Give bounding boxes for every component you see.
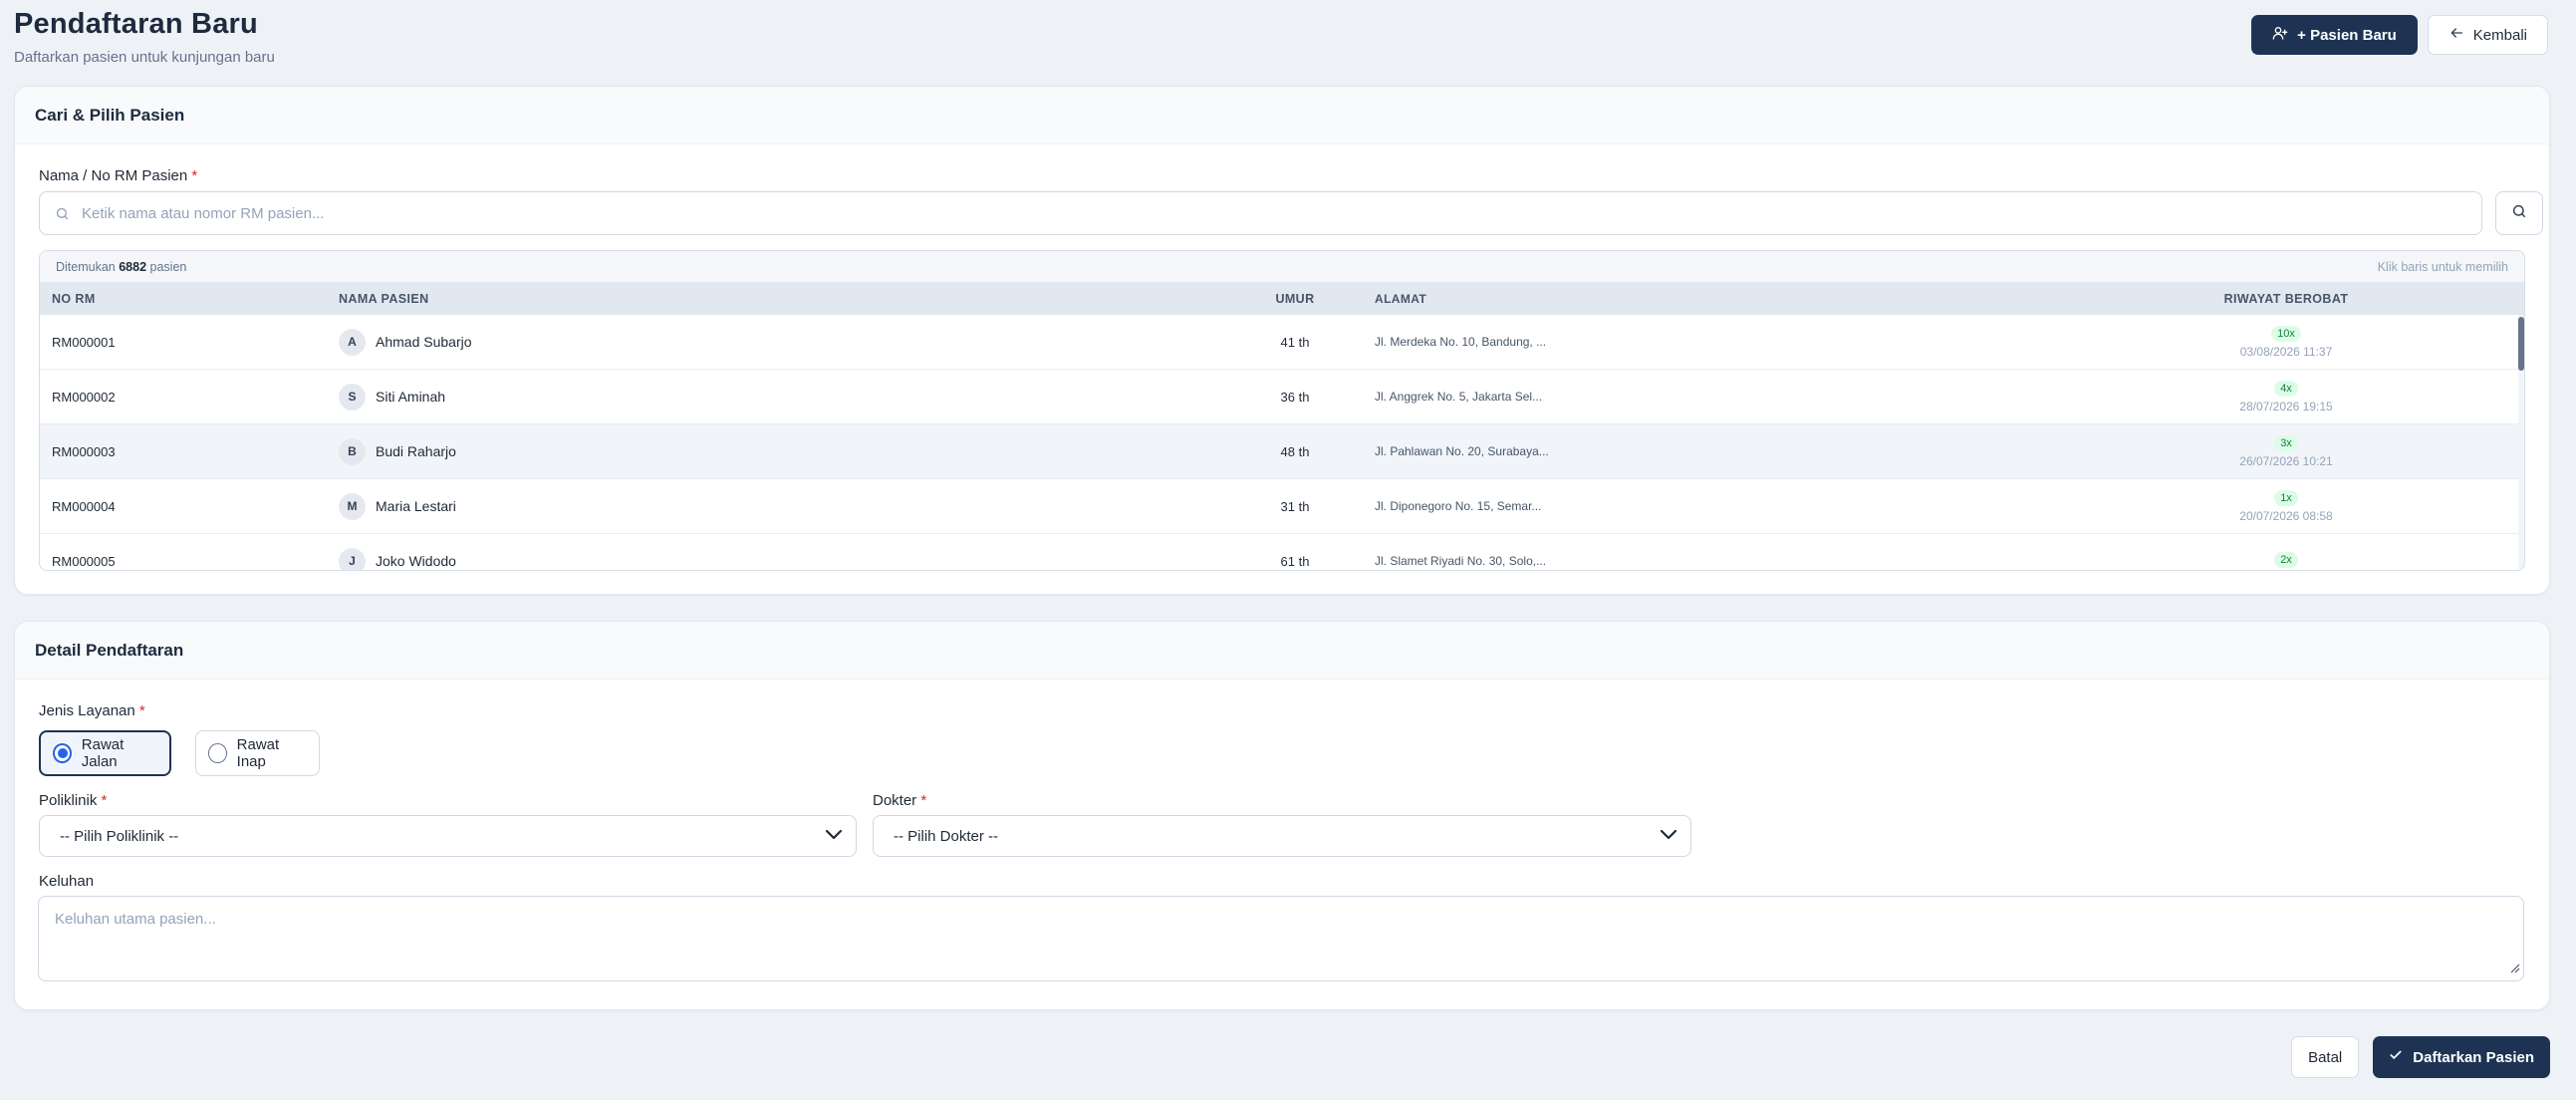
clinic-select[interactable]: -- Pilih Poliklinik -- bbox=[39, 815, 857, 857]
search-button[interactable] bbox=[2495, 191, 2543, 235]
table-row[interactable]: RM000003 B Budi Raharjo 48 th Jl. Pahlawa… bbox=[40, 424, 2524, 479]
page-header: Pendaftaran Baru Daftarkan pasien untuk … bbox=[14, 8, 2548, 68]
avatar: J bbox=[339, 547, 366, 570]
avatar: B bbox=[339, 437, 366, 465]
chevron-down-icon bbox=[824, 827, 844, 845]
search-icon bbox=[2511, 203, 2527, 224]
avatar: M bbox=[339, 492, 366, 520]
table-row[interactable]: RM000005 J Joko Widodo 61 th Jl. Slamet R… bbox=[40, 534, 2524, 570]
chevron-down-icon bbox=[1659, 827, 1678, 845]
table-header: NO RM NAMA PASIEN UMUR ALAMAT RIWAYAT BE… bbox=[40, 283, 2524, 315]
new-patient-label: + Pasien Baru bbox=[2297, 26, 2397, 44]
table-row[interactable]: RM000002 S Siti Aminah 36 th Jl. Anggrek … bbox=[40, 370, 2524, 424]
results-hint: Klik baris untuk memilih bbox=[2377, 259, 2508, 274]
visit-count-badge: 3x bbox=[2274, 435, 2298, 451]
complaint-textarea[interactable]: Keluhan utama pasien... bbox=[38, 896, 2524, 981]
form-footer: Batal Daftarkan Pasien bbox=[2291, 1036, 2550, 1078]
new-patient-button[interactable]: + Pasien Baru bbox=[2251, 15, 2418, 55]
radio-unchecked-icon bbox=[208, 743, 227, 763]
page-title: Pendaftaran Baru bbox=[14, 8, 258, 40]
doctor-select[interactable]: -- Pilih Dokter -- bbox=[873, 815, 1691, 857]
column-header-rm: NO RM bbox=[52, 292, 96, 306]
table-row[interactable]: RM000004 M Maria Lestari 31 th Jl. Dipone… bbox=[40, 479, 2524, 534]
check-icon bbox=[2389, 1048, 2403, 1066]
column-header-history: RIWAYAT BEROBAT bbox=[2223, 292, 2349, 306]
search-patient-card: Cari & Pilih Pasien Nama / No RM Pasien … bbox=[14, 86, 2550, 595]
search-card-title: Cari & Pilih Pasien bbox=[15, 87, 2549, 144]
radio-inpatient[interactable]: Rawat Inap bbox=[195, 730, 320, 776]
radio-checked-icon bbox=[53, 743, 72, 763]
avatar: S bbox=[339, 383, 366, 411]
complaint-label: Keluhan bbox=[39, 873, 95, 890]
visit-count-badge: 4x bbox=[2274, 381, 2298, 397]
column-header-name: NAMA PASIEN bbox=[339, 292, 429, 306]
results-count: Ditemukan 6882 pasien bbox=[56, 259, 187, 274]
visit-count-badge: 1x bbox=[2274, 490, 2298, 506]
radio-outpatient[interactable]: Rawat Jalan bbox=[39, 730, 171, 776]
header-actions: + Pasien Baru Kembali bbox=[2251, 15, 2548, 55]
user-plus-icon bbox=[2272, 25, 2288, 45]
arrow-left-icon bbox=[2448, 25, 2464, 45]
service-type-label: Jenis Layanan * bbox=[39, 702, 145, 719]
patient-search-box[interactable] bbox=[39, 191, 2482, 235]
resize-handle-icon[interactable] bbox=[2508, 961, 2520, 977]
search-icon bbox=[52, 203, 72, 223]
clinic-label: Poliklinik * bbox=[39, 792, 108, 809]
column-header-address: ALAMAT bbox=[1375, 292, 1427, 306]
detail-card-title: Detail Pendaftaran bbox=[15, 622, 2549, 680]
table-scrollbar-thumb[interactable] bbox=[2518, 317, 2524, 371]
page-subtitle: Daftarkan pasien untuk kunjungan baru bbox=[14, 49, 275, 66]
back-button[interactable]: Kembali bbox=[2427, 15, 2548, 55]
complaint-placeholder: Keluhan utama pasien... bbox=[55, 911, 216, 928]
column-header-age: UMUR bbox=[1275, 292, 1315, 306]
cancel-button[interactable]: Batal bbox=[2291, 1036, 2360, 1078]
table-row[interactable]: RM000001 A Ahmad Subarjo 41 th Jl. Merdek… bbox=[40, 315, 2524, 370]
visit-count-badge: 10x bbox=[2271, 326, 2301, 342]
avatar: A bbox=[339, 328, 366, 356]
patient-search-label: Nama / No RM Pasien * bbox=[39, 167, 198, 184]
back-label: Kembali bbox=[2472, 26, 2527, 44]
patient-results-table: Ditemukan 6882 pasien Klik baris untuk m… bbox=[39, 250, 2525, 571]
results-info-bar: Ditemukan 6882 pasien Klik baris untuk m… bbox=[40, 251, 2524, 283]
patient-search-input[interactable] bbox=[82, 204, 2481, 222]
register-patient-button[interactable]: Daftarkan Pasien bbox=[2373, 1036, 2550, 1078]
visit-count-badge: 2x bbox=[2274, 552, 2298, 568]
doctor-label: Dokter * bbox=[873, 792, 927, 809]
